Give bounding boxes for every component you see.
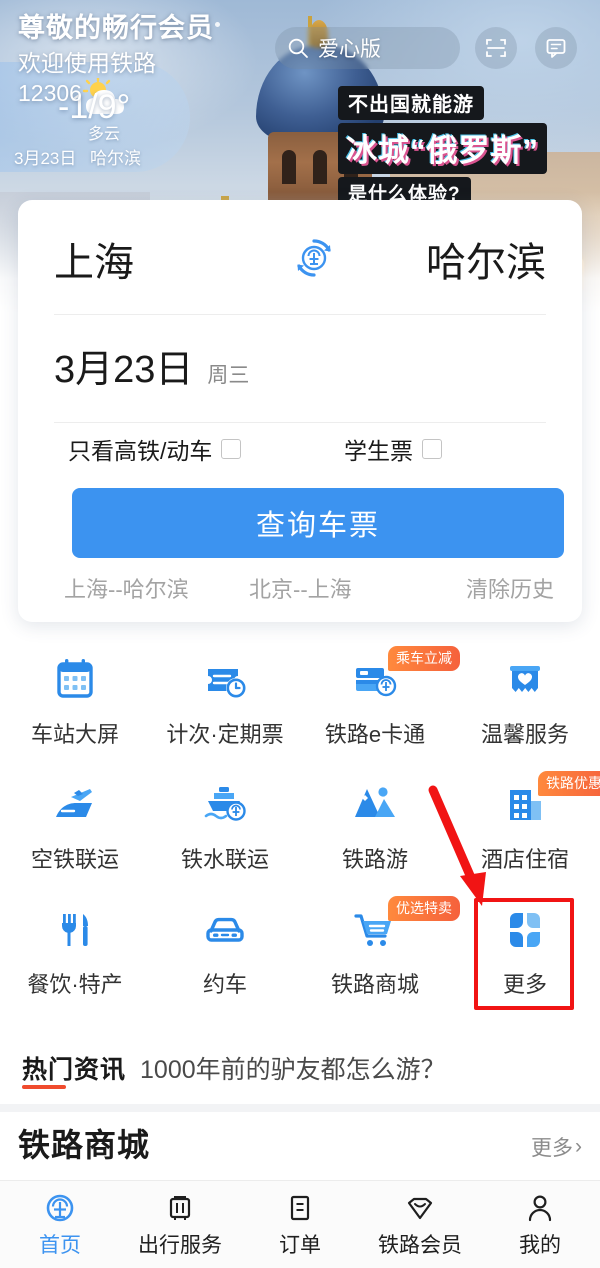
option-student-checkbox[interactable] (422, 439, 442, 459)
rail-mall-section: 铁路商城 更多 › (0, 1118, 600, 1178)
grid-item-periodic-ticket[interactable]: 计次·定期票 (150, 640, 300, 765)
option-highspeed-label: 只看高铁/动车 (68, 438, 213, 464)
order-list-icon (282, 1190, 318, 1226)
grid-label: 车站大屏 (30, 722, 119, 747)
departure-city[interactable]: 上海 (54, 230, 134, 288)
ticket-clock-icon (197, 652, 253, 708)
weather-date: 3月23日 (14, 149, 77, 168)
scan-glyph (486, 39, 506, 57)
bottom-tab-bar: 首页 出行服务 订单 铁路会员 我的 (0, 1180, 600, 1268)
search-input[interactable]: 爱心版 (275, 27, 460, 69)
grid-label: 铁路游 (341, 847, 408, 872)
tab-profile[interactable]: 我的 (480, 1190, 600, 1259)
grid-badge: 铁路优惠 (538, 771, 600, 796)
grid-label: 铁路商城 (330, 972, 419, 997)
option-student-label: 学生票 (344, 438, 413, 464)
grid-item-station-screen[interactable]: 车站大屏 (0, 640, 150, 765)
welcome-text: 欢迎使用铁路12306 (18, 50, 156, 106)
railway-home-icon (42, 1190, 78, 1226)
grid-label: 铁水联运 (180, 847, 269, 872)
grid-item-air-rail[interactable]: 空铁联运 (0, 765, 150, 890)
promo-line-1: 不出国就能游 (338, 86, 484, 120)
card-divider-top (54, 314, 546, 315)
promo-banner[interactable]: 不出国就能游 冰城“俄罗斯” 是什么体验? (338, 86, 588, 209)
search-history: 上海--哈尔滨 北京--上海 清除历史 (54, 572, 554, 606)
hot-news-row[interactable]: 热门资讯 1000年前的驴友都怎么游？ (0, 1040, 600, 1096)
rail-mall-more-button[interactable]: 更多 › (531, 1132, 582, 1162)
option-student-ticket[interactable]: 学生票 (344, 432, 442, 466)
scan-icon[interactable] (475, 27, 517, 69)
rail-mall-title: 铁路商城 (18, 1127, 151, 1163)
card-divider-bottom (54, 422, 546, 423)
departure-date: 3月23日 (54, 349, 194, 391)
grid-label: 铁路e卡通 (324, 722, 426, 747)
air-rail-icon (47, 777, 103, 833)
search-placeholder: 爱心版 (318, 38, 381, 61)
grid-item-warm-service[interactable]: 温馨服务 (450, 640, 600, 765)
weather-city: 哈尔滨 (90, 149, 141, 168)
app-root: -1/9° 多云 3月23日 哈尔滨 尊敬的畅行会员 欢迎使用铁路12306 爱… (0, 0, 600, 1268)
tab-home[interactable]: 首页 (0, 1190, 120, 1259)
tab-orders-label: 订单 (279, 1234, 321, 1257)
grid-item-car-hailing[interactable]: 约车 (150, 890, 300, 1015)
swap-stations-icon[interactable] (292, 236, 336, 280)
tab-profile-label: 我的 (519, 1234, 561, 1257)
chevron-right-icon: › (575, 1135, 582, 1158)
luggage-icon (162, 1190, 198, 1226)
person-icon (522, 1190, 558, 1226)
grid-row-1: 车站大屏 计次·定期票 乘车立减 铁路e卡通 温馨服务 (0, 640, 600, 765)
history-item-0[interactable]: 上海--哈尔滨 (64, 572, 189, 604)
greeting-dot (215, 22, 220, 27)
weather-condition: 多云 (88, 126, 121, 143)
tab-orders[interactable]: 订单 (240, 1190, 360, 1259)
options-row: 只看高铁/动车 学生票 (54, 432, 546, 472)
dining-icon (47, 902, 103, 958)
date-row[interactable]: 3月23日 周三 (54, 338, 249, 393)
annotation-highlight-box (474, 898, 574, 1010)
departure-weekday: 周三 (207, 364, 250, 387)
hot-news-headline[interactable]: 1000年前的驴友都怎么游？ (140, 1050, 446, 1086)
option-highspeed-checkbox[interactable] (221, 439, 242, 459)
search-icon (288, 38, 308, 58)
tab-member[interactable]: 铁路会员 (360, 1190, 480, 1259)
grid-label: 温馨服务 (480, 722, 569, 747)
section-separator (0, 1104, 600, 1112)
grid-row-2: 空铁联运 铁水联运 铁路游 铁路优惠 酒店住宿 (0, 765, 600, 890)
tab-member-label: 铁路会员 (378, 1234, 462, 1257)
clear-history-button[interactable]: 清除历史 (466, 572, 554, 604)
option-highspeed-only[interactable]: 只看高铁/动车 (68, 432, 242, 466)
history-item-1[interactable]: 北京--上海 (249, 572, 352, 604)
tab-home-label: 首页 (39, 1234, 81, 1257)
rail-mall-more-label: 更多 (531, 1137, 573, 1160)
grid-label: 约车 (202, 972, 247, 997)
city-row: 上海 哈尔滨 (18, 200, 582, 314)
grid-badge: 乘车立减 (388, 646, 460, 671)
greeting-text: 尊敬的畅行会员 (18, 13, 214, 43)
ticket-search-card: 上海 哈尔滨 3月23日 周三 只看高铁/动车 学生票 查询车票 上海--哈尔滨… (18, 200, 582, 622)
grid-item-ship-rail[interactable]: 铁水联运 (150, 765, 300, 890)
grid-item-rail-ecard[interactable]: 乘车立减 铁路e卡通 (300, 640, 460, 765)
message-glyph (546, 39, 566, 58)
tab-travel-service-label: 出行服务 (138, 1234, 222, 1257)
grid-item-dining[interactable]: 餐饮·特产 (0, 890, 150, 1015)
annotation-arrow (428, 785, 486, 906)
car-hailing-icon (197, 902, 253, 958)
mountain-travel-icon (347, 777, 403, 833)
grid-label: 计次·定期票 (166, 722, 284, 747)
calendar-screen-icon (47, 652, 103, 708)
heart-service-icon (497, 652, 553, 708)
tab-travel-service[interactable]: 出行服务 (120, 1190, 240, 1259)
message-icon[interactable] (535, 27, 577, 69)
promo-line-2: 冰城“俄罗斯” (338, 123, 547, 174)
grid-label: 空铁联运 (30, 847, 119, 872)
ship-rail-icon (197, 777, 253, 833)
search-tickets-button[interactable]: 查询车票 (72, 488, 564, 558)
grid-label: 餐饮·特产 (27, 972, 123, 997)
diamond-member-icon (402, 1190, 438, 1226)
arrival-city[interactable]: 哈尔滨 (426, 230, 546, 288)
hot-news-tag: 热门资讯 (22, 1050, 126, 1089)
